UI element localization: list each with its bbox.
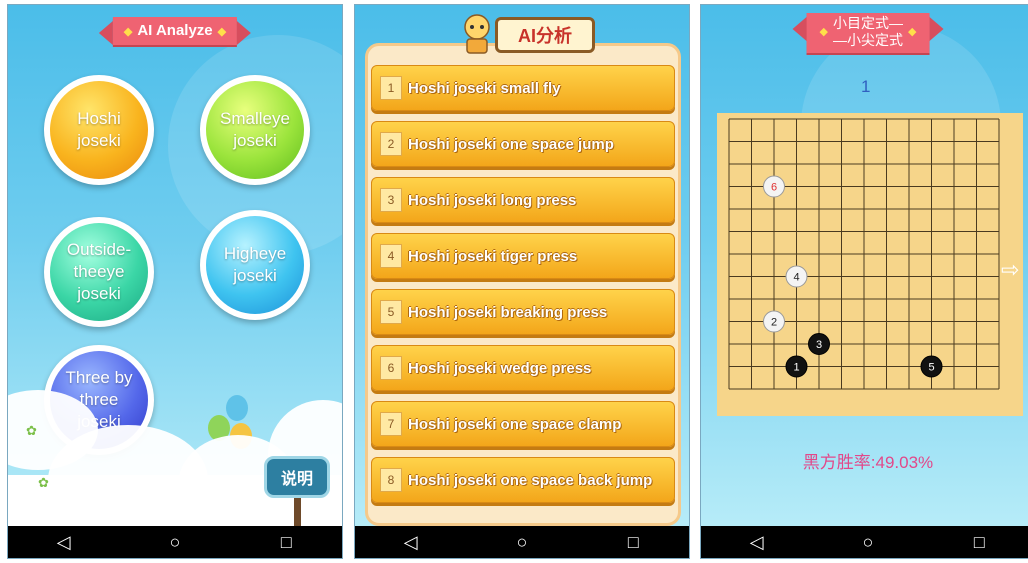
- item-number: 7: [380, 412, 402, 436]
- outside-the-eye-joseki-button[interactable]: Outside-theeye joseki: [44, 217, 154, 327]
- higheye-joseki-button[interactable]: Higheye joseki: [200, 210, 310, 320]
- joseki-list-item[interactable]: 5 Hoshi joseki breaking press: [371, 289, 675, 335]
- banner-line-2: —小尖定式: [833, 32, 903, 48]
- board-grid: 1 2 3 4 5 6: [728, 118, 1000, 390]
- black-stone: 3: [808, 333, 830, 355]
- black-stone: 1: [785, 355, 808, 378]
- ai-analyze-screen: ◆ AI Analyze ◆ Hoshi joseki Smalleye josek…: [7, 4, 343, 559]
- back-nav-icon[interactable]: ◁: [34, 532, 94, 553]
- item-number: 5: [380, 300, 402, 324]
- title-banner: ◆ 小目定式— —小尖定式 ◆: [792, 13, 944, 53]
- android-nav-bar: ◁ ○ □: [701, 526, 1028, 558]
- button-label: Higheye joseki: [223, 244, 287, 285]
- sign-label: 说明: [280, 471, 313, 488]
- item-number: 1: [380, 76, 402, 100]
- item-label: Hoshi joseki tiger press: [408, 247, 578, 265]
- item-label: Hoshi joseki wedge press: [408, 359, 592, 377]
- hoshi-joseki-button[interactable]: Hoshi joseki: [44, 75, 154, 185]
- title-banner: ◆ AI Analyze ◆: [98, 17, 252, 45]
- android-nav-bar: ◁ ○ □: [355, 526, 689, 558]
- joseki-list-panel: [365, 43, 681, 526]
- go-board[interactable]: 1 2 3 4 5 6: [717, 113, 1023, 416]
- grass-icon: ✿: [26, 423, 37, 438]
- black-stone: 5: [920, 355, 943, 378]
- sky-background: ◆ AI Analyze ◆ Hoshi joseki Smalleye josek…: [8, 5, 342, 528]
- mascot-icon: [464, 14, 490, 54]
- black-win-rate: 黑方胜率:49.03%: [802, 453, 934, 472]
- grass-icon: ✿: [38, 475, 49, 490]
- smalleye-joseki-button[interactable]: Smalleye joseki: [200, 75, 310, 185]
- white-stone: 2: [763, 310, 785, 333]
- item-number: 3: [380, 188, 402, 212]
- item-label: Hoshi joseki long press: [408, 191, 577, 209]
- button-label: Hoshi joseki: [77, 109, 121, 150]
- joseki-board-screen: ◆ 小目定式— —小尖定式 ◆ 1 1 2 3 4 5 6 ⇨ 黑方胜率:49.03% ◁…: [700, 4, 1028, 559]
- item-number: 4: [380, 244, 402, 268]
- item-number: 2: [380, 132, 402, 156]
- home-nav-icon[interactable]: ○: [492, 532, 552, 553]
- item-label: Hoshi joseki one space jump: [408, 135, 614, 153]
- item-label: Hoshi joseki one space clamp: [408, 415, 622, 433]
- home-nav-icon[interactable]: ○: [838, 532, 898, 553]
- item-label: Hoshi joseki breaking press: [408, 303, 608, 321]
- move-counter: 1: [861, 77, 871, 96]
- banner-text: AI Analyze: [137, 22, 213, 39]
- sky-background: ◆ 小目定式— —小尖定式 ◆ 1 1 2 3 4 5 6 ⇨ 黑方胜率:49.03%: [701, 5, 1028, 528]
- joseki-list-item[interactable]: 3 Hoshi joseki long press: [371, 177, 675, 223]
- joseki-list-item[interactable]: 2 Hoshi joseki one space jump: [371, 121, 675, 167]
- next-arrow-icon[interactable]: ⇨: [1001, 257, 1019, 283]
- button-label: Smalleye joseki: [220, 109, 290, 150]
- recents-nav-icon[interactable]: □: [949, 532, 1009, 553]
- recents-nav-icon[interactable]: □: [603, 532, 663, 553]
- back-nav-icon[interactable]: ◁: [381, 532, 441, 553]
- header-text: AI分析: [518, 26, 572, 46]
- stone-number: 1: [793, 362, 799, 374]
- recents-nav-icon[interactable]: □: [256, 532, 316, 553]
- stone-number: 5: [928, 362, 934, 374]
- instructions-sign-button[interactable]: 说明: [264, 456, 330, 498]
- item-number: 6: [380, 356, 402, 380]
- white-stone: 4: [785, 265, 808, 288]
- joseki-list-item[interactable]: 4 Hoshi joseki tiger press: [371, 233, 675, 279]
- white-stone: 6: [763, 175, 785, 198]
- banner-line-1: 小目定式—: [833, 15, 903, 31]
- sign-post: [294, 498, 301, 528]
- stone-number: 3: [816, 339, 822, 351]
- stone-number: 4: [793, 272, 799, 284]
- list-header: AI分析: [495, 17, 595, 53]
- home-nav-icon[interactable]: ○: [145, 532, 205, 553]
- item-number: 8: [380, 468, 402, 492]
- joseki-list-item[interactable]: 1 Hoshi joseki small fly: [371, 65, 675, 111]
- stone-number: 2: [771, 317, 777, 329]
- android-nav-bar: ◁ ○ □: [8, 526, 342, 558]
- joseki-list-item[interactable]: 8 Hoshi joseki one space back jump: [371, 457, 675, 503]
- joseki-list-item[interactable]: 7 Hoshi joseki one space clamp: [371, 401, 675, 447]
- back-nav-icon[interactable]: ◁: [727, 532, 787, 553]
- joseki-list-item[interactable]: 6 Hoshi joseki wedge press: [371, 345, 675, 391]
- stone-number: 6: [771, 182, 777, 194]
- ai-analysis-list-screen: AI分析 1 Hoshi joseki small fly 2 Hoshi jo…: [354, 4, 690, 559]
- item-label: Hoshi joseki small fly: [408, 79, 561, 97]
- balloon-icon: [226, 395, 248, 421]
- item-label: Hoshi joseki one space back jump: [408, 471, 653, 489]
- sky-background: AI分析 1 Hoshi joseki small fly 2 Hoshi jo…: [355, 5, 689, 528]
- button-label: Outside-theeye joseki: [66, 240, 132, 303]
